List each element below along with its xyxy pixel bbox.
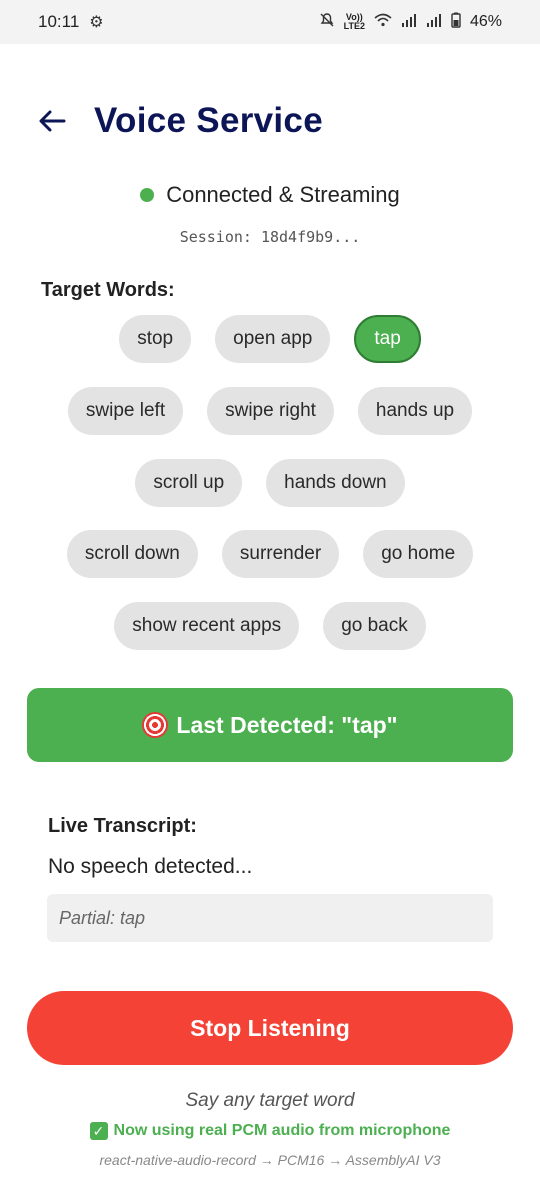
last-detected-banner: Last Detected: "tap"	[27, 688, 513, 762]
page-title: Voice Service	[94, 101, 323, 140]
pipeline-text: react-native-audio-record → PCM16 → Asse…	[99, 1152, 441, 1168]
target-words-label: Target Words:	[41, 279, 175, 301]
battery-icon	[451, 12, 461, 33]
battery-percent: 46%	[469, 13, 502, 30]
chips-row: stop open app tap	[0, 315, 540, 363]
check-icon: ✓	[89, 1122, 108, 1140]
target-word-chip[interactable]: scroll up	[135, 459, 243, 507]
status-text: Connected & Streaming	[166, 182, 400, 207]
gear-icon: ⚙	[89, 14, 104, 31]
target-word-chip[interactable]: hands down	[266, 459, 405, 507]
chips-row: scroll up hands down	[0, 459, 540, 507]
target-word-chip[interactable]: scroll down	[66, 530, 198, 578]
target-icon	[142, 712, 169, 738]
last-detected-text: Last Detected: "tap"	[176, 711, 398, 738]
status-dot-icon	[140, 188, 155, 202]
target-word-chip[interactable]: surrender	[221, 530, 340, 578]
mute-icon	[319, 12, 335, 33]
partial-transcript: Partial: tap	[47, 894, 493, 942]
session-id: Session: 18d4f9b9...	[179, 228, 361, 246]
status-bar: 10:11 ⚙ Vo)) LTE2 46%	[0, 0, 540, 44]
target-word-chip[interactable]: tap	[354, 315, 421, 363]
target-word-chip[interactable]: go home	[363, 530, 474, 578]
hint-text: Say any target word	[185, 1090, 355, 1111]
live-transcript-text: No speech detected...	[48, 855, 253, 878]
signal-icon-1	[401, 13, 417, 32]
status-bar-left: 10:11 ⚙	[38, 12, 104, 32]
target-word-chip[interactable]: swipe right	[207, 387, 334, 435]
signal-icon-2	[426, 13, 442, 32]
status-bar-right: Vo)) LTE2 46%	[319, 12, 502, 33]
wifi-icon	[374, 13, 392, 32]
target-word-chip[interactable]: swipe left	[67, 387, 184, 435]
target-word-chip[interactable]: go back	[323, 602, 426, 650]
chips-row: scroll down surrender go home	[0, 530, 540, 578]
pcm-note: ✓ Now using real PCM audio from micropho…	[0, 1122, 540, 1140]
header: Voice Service	[36, 96, 323, 146]
chips-row: show recent apps go back	[0, 602, 540, 650]
pcm-note-text: Now using real PCM audio from microphone	[113, 1122, 451, 1139]
target-word-chip[interactable]: stop	[119, 315, 192, 363]
chips-row: swipe left swipe right hands up	[0, 387, 540, 435]
arrow-left-icon[interactable]	[36, 105, 68, 137]
live-transcript-label: Live Transcript:	[48, 815, 197, 837]
connection-status: Connected & Streaming	[0, 182, 540, 208]
clock: 10:11	[38, 12, 80, 31]
target-word-chip[interactable]: open app	[215, 315, 331, 363]
volte-icon: Vo)) LTE2	[343, 12, 365, 31]
target-word-chip[interactable]: hands up	[357, 387, 473, 435]
target-word-chip[interactable]: show recent apps	[114, 602, 300, 650]
stop-listening-button[interactable]: Stop Listening	[27, 991, 513, 1065]
